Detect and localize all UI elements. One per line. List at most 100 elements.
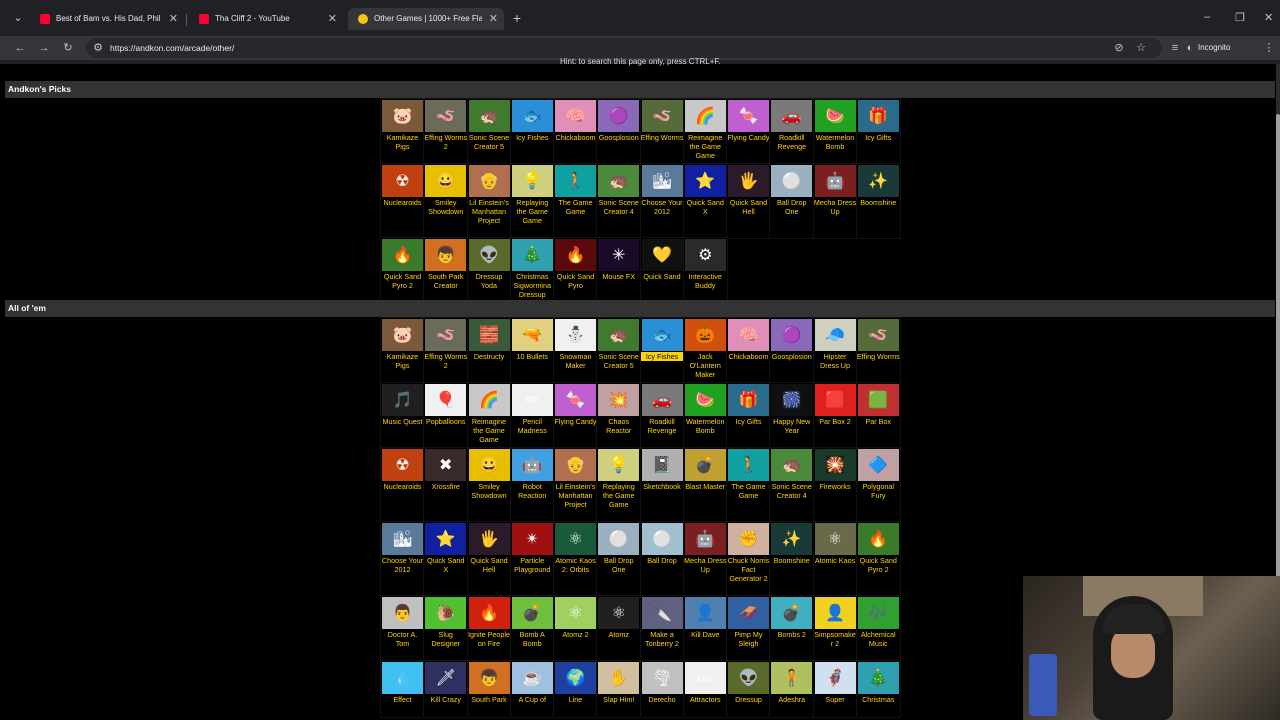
game-tile[interactable]: ⚛ Atomz <box>596 595 642 662</box>
game-thumbnail-icon[interactable]: ⚪ <box>771 165 813 197</box>
game-thumbnail-icon[interactable]: ⚪ <box>598 523 640 555</box>
game-title-link[interactable]: Ball Drop <box>641 556 684 565</box>
game-tile[interactable]: 👤 Kill Dave <box>682 595 728 662</box>
game-title-link[interactable]: Sonic Scene Creator 4 <box>597 198 640 216</box>
game-tile[interactable]: 🎁 Icy Gifts <box>726 382 771 449</box>
game-tile[interactable]: ⛄ Snowman Maker <box>553 317 598 384</box>
game-title-link[interactable]: Watermelon Bomb <box>684 417 727 435</box>
game-thumbnail-icon[interactable]: ✳ <box>598 239 640 271</box>
game-title-link[interactable]: Snowman Maker <box>554 352 597 370</box>
game-title-link[interactable]: Icy Gifts <box>857 133 900 142</box>
game-thumbnail-icon[interactable]: 🤖 <box>814 165 856 197</box>
game-thumbnail-icon[interactable]: 🧍 <box>771 662 813 694</box>
game-thumbnail-icon[interactable]: 👴 <box>555 449 596 481</box>
game-tile[interactable]: 🟩 Par Box <box>855 382 901 449</box>
game-title-link[interactable]: Flying Candy <box>554 417 597 426</box>
game-tile[interactable]: 🚗 Roadkill Revenge <box>639 382 685 449</box>
game-title-link[interactable]: Quick Sand Pyro 2 <box>381 272 424 290</box>
game-title-link[interactable]: Kill Crazy <box>424 695 467 704</box>
game-thumbnail-icon[interactable]: 🍉 <box>684 384 726 416</box>
game-tile[interactable]: ⭐ Quick Sand X <box>423 521 469 597</box>
game-tile[interactable]: 🟣 Goosplosion <box>769 317 815 384</box>
game-tile[interactable]: 🪱 Effing Worms 2 <box>423 98 469 165</box>
game-title-link[interactable]: Adeshra <box>770 695 813 704</box>
game-title-link[interactable]: Par Box <box>857 417 900 426</box>
game-tile[interactable]: 💡 Replaying the Game Game <box>596 447 642 523</box>
game-tile[interactable]: 🚗 Roadkill Revenge <box>769 98 815 165</box>
game-tile[interactable]: 🟥 Par Box 2 <box>812 382 858 449</box>
game-thumbnail-icon[interactable]: 🎵 <box>382 384 423 416</box>
game-tile[interactable]: 🪱 Effing Worms <box>639 98 685 165</box>
game-thumbnail-icon[interactable]: ⚙ <box>684 239 726 271</box>
game-tile[interactable]: 🌪 Derecho <box>639 660 685 718</box>
game-tile[interactable]: 🧠 Chickaboom <box>726 317 771 384</box>
game-thumbnail-icon[interactable]: 🤖 <box>684 523 726 555</box>
game-tile[interactable]: 🚶 The Game Game <box>726 447 771 523</box>
game-title-link[interactable]: Icy Fishes <box>511 133 554 142</box>
game-thumbnail-icon[interactable]: 👤 <box>814 597 856 629</box>
game-thumbnail-icon[interactable]: 🪱 <box>425 319 467 351</box>
game-title-link[interactable]: Christmas <box>857 695 900 704</box>
game-thumbnail-icon[interactable]: 🔷 <box>857 449 899 481</box>
game-thumbnail-icon[interactable]: 🌈 <box>468 384 510 416</box>
game-thumbnail-icon[interactable]: 🐷 <box>382 100 423 132</box>
game-thumbnail-icon[interactable]: 🐷 <box>382 319 423 351</box>
game-title-link[interactable]: Smiley Showdown <box>424 198 467 216</box>
game-title-link[interactable]: Quick Sand <box>641 272 684 281</box>
game-title-link[interactable]: Pimp My Sleigh <box>727 630 770 648</box>
game-thumbnail-icon[interactable]: 🔪 <box>641 597 683 629</box>
game-thumbnail-icon[interactable]: 🎇 <box>814 449 856 481</box>
game-title-link[interactable]: Choose Your 2012 <box>381 556 424 574</box>
game-title-link[interactable]: Interactive Buddy <box>684 272 727 290</box>
game-thumbnail-icon[interactable]: 🧠 <box>728 319 769 351</box>
game-tile[interactable]: 🦔 Sonic Scene Creator 4 <box>769 447 815 523</box>
game-tile[interactable]: 📓 Sketchbook <box>639 447 685 523</box>
game-thumbnail-icon[interactable]: 👦 <box>468 662 510 694</box>
game-title-link[interactable]: Kamikaze Pigs <box>381 133 424 151</box>
game-thumbnail-icon[interactable]: 💣 <box>684 449 726 481</box>
game-title-link[interactable]: Chaos Reactor <box>597 417 640 435</box>
game-title-link[interactable]: Happy New Year <box>770 417 813 435</box>
game-thumbnail-icon[interactable]: 👽 <box>468 239 510 271</box>
game-title-link[interactable]: Sonic Scene Creator 5 <box>597 352 640 370</box>
game-thumbnail-icon[interactable]: 🧢 <box>814 319 856 351</box>
game-title-link[interactable]: Bombs 2 <box>770 630 813 639</box>
game-tile[interactable]: 🔪 Make a Tonberry 2 <box>639 595 685 662</box>
game-thumbnail-icon[interactable]: ⭐ <box>425 523 467 555</box>
game-tile[interactable]: 🎆 Happy New Year <box>769 382 815 449</box>
game-tile[interactable]: 🔷 Polygonal Fury <box>855 447 901 523</box>
game-title-link[interactable]: Mecha Dress Up <box>684 556 727 574</box>
game-thumbnail-icon[interactable]: ✏ <box>511 384 553 416</box>
bookmark-star-icon[interactable]: ☆ <box>1134 41 1148 55</box>
game-title-link[interactable]: Quick Sand Hell <box>468 556 511 574</box>
game-tile[interactable]: ☢ Nuclearoids <box>380 163 425 239</box>
game-tile[interactable]: 🍉 Watermelon Bomb <box>682 382 728 449</box>
game-title-link[interactable]: Quick Sand Hell <box>727 198 770 216</box>
game-tile[interactable]: 🛷 Pimp My Sleigh <box>726 595 771 662</box>
game-thumbnail-icon[interactable]: 😀 <box>468 449 510 481</box>
game-thumbnail-icon[interactable]: 🐌 <box>425 597 467 629</box>
game-tile[interactable]: 💣 Blast Master <box>682 447 728 523</box>
tab-2[interactable]: Tha Cliff 2 - YouTube ✕ <box>189 8 343 30</box>
game-title-link[interactable]: Alchemical Music <box>857 630 900 648</box>
tab-1[interactable]: Best of Bam vs. His Dad, Phil | J... ✕ <box>30 8 184 30</box>
game-title-link[interactable]: Line <box>554 695 597 704</box>
game-thumbnail-icon[interactable]: ✊ <box>728 523 769 555</box>
game-title-link[interactable]: Hipster Dress Up <box>814 352 857 370</box>
tab-search-icon[interactable]: ⌄ <box>11 11 25 25</box>
game-tile[interactable]: 🦔 Sonic Scene Creator 4 <box>596 163 642 239</box>
game-tile[interactable]: ✖ Xrossfire <box>423 447 469 523</box>
game-title-link[interactable]: Atomic Kaos <box>814 556 857 565</box>
game-tile[interactable]: 💣 Bombs 2 <box>769 595 815 662</box>
game-tile[interactable]: ✏ Pencil Madness <box>509 382 555 449</box>
game-tile[interactable]: ⚛ Atomic Kaos <box>812 521 858 597</box>
game-thumbnail-icon[interactable]: 🌈 <box>684 100 726 132</box>
game-tile[interactable]: 🐌 Slug Designer <box>423 595 469 662</box>
game-thumbnail-icon[interactable]: 📓 <box>641 449 683 481</box>
game-tile[interactable]: 🖐 Quick Sand Hell <box>726 163 771 239</box>
game-tile[interactable]: 💧 Effect <box>380 660 425 718</box>
game-tile[interactable]: 🧢 Hipster Dress Up <box>812 317 858 384</box>
game-thumbnail-icon[interactable]: 🦔 <box>771 449 813 481</box>
game-title-link[interactable]: Quick Sand X <box>424 556 467 574</box>
game-title-link[interactable]: Chickaboom <box>554 133 597 142</box>
